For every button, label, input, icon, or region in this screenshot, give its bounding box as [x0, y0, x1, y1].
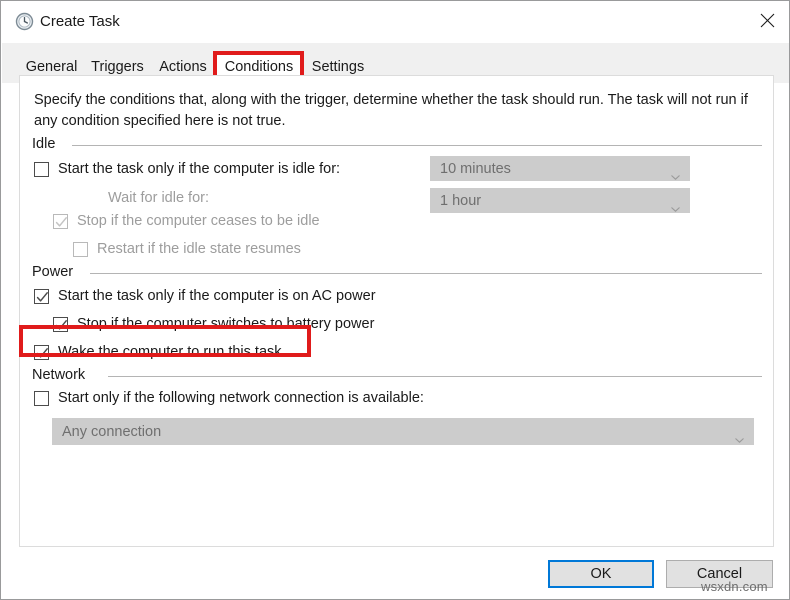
label-start-if-idle: Start the task only if the computer is i…	[58, 159, 340, 179]
combo-wait-for-idle-value: 1 hour	[440, 191, 481, 211]
label-restart-if-idle-resumes: Restart if the idle state resumes	[97, 239, 301, 259]
label-stop-if-ceases-idle: Stop if the computer ceases to be idle	[77, 211, 320, 231]
checkbox-row-start-if-idle[interactable]: Start the task only if the computer is i…	[34, 158, 340, 180]
group-header-network: Network	[32, 365, 762, 385]
group-divider-power	[90, 273, 762, 274]
combo-network-connection-value: Any connection	[62, 422, 161, 442]
label-stop-on-battery: Stop if the computer switches to battery…	[77, 314, 374, 334]
group-label-network: Network	[32, 365, 93, 385]
combo-idle-duration[interactable]: 10 minutes	[430, 156, 690, 181]
checkbox-wake-computer[interactable]	[34, 345, 49, 360]
create-task-dialog: Create Task General Triggers Actions Con…	[0, 0, 790, 600]
checkbox-stop-if-ceases-idle[interactable]	[53, 214, 68, 229]
checkbox-restart-if-idle-resumes[interactable]	[73, 242, 88, 257]
label-start-if-network: Start only if the following network conn…	[58, 388, 424, 408]
checkbox-row-stop-if-ceases-idle[interactable]: Stop if the computer ceases to be idle	[53, 210, 320, 232]
chevron-down-icon	[671, 167, 680, 172]
label-wake-computer: Wake the computer to run this task	[58, 342, 282, 362]
group-divider-idle	[72, 145, 762, 146]
checkbox-stop-on-battery[interactable]	[53, 317, 68, 332]
group-label-power: Power	[32, 262, 81, 282]
conditions-panel: Specify the conditions that, along with …	[19, 75, 774, 547]
checkbox-row-stop-on-battery[interactable]: Stop if the computer switches to battery…	[53, 313, 374, 335]
group-divider-network	[108, 376, 762, 377]
checkbox-start-on-ac-power[interactable]	[34, 289, 49, 304]
title-bar: Create Task	[2, 2, 790, 43]
combo-wait-for-idle[interactable]: 1 hour	[430, 188, 690, 213]
combo-network-connection[interactable]: Any connection	[52, 418, 754, 445]
chevron-down-icon	[735, 430, 744, 435]
window-title: Create Task	[40, 12, 120, 31]
combo-idle-duration-value: 10 minutes	[440, 159, 511, 179]
group-header-power: Power	[32, 262, 762, 282]
close-icon[interactable]	[744, 3, 790, 37]
checkbox-row-restart-if-idle-resumes[interactable]: Restart if the idle state resumes	[73, 238, 301, 260]
group-label-idle: Idle	[32, 134, 63, 154]
watermark: wsxdn.com	[701, 579, 768, 594]
label-wait-for-idle: Wait for idle for:	[108, 188, 209, 208]
checkbox-row-start-on-ac-power[interactable]: Start the task only if the computer is o…	[34, 285, 376, 307]
label-start-on-ac-power: Start the task only if the computer is o…	[58, 286, 376, 306]
chevron-down-icon	[671, 199, 680, 204]
clock-icon	[15, 12, 34, 31]
group-header-idle: Idle	[32, 134, 762, 154]
checkbox-row-wake-computer[interactable]: Wake the computer to run this task	[34, 341, 282, 363]
panel-description: Specify the conditions that, along with …	[34, 90, 756, 132]
checkbox-row-start-if-network[interactable]: Start only if the following network conn…	[34, 387, 424, 409]
checkbox-start-if-network[interactable]	[34, 391, 49, 406]
checkbox-start-if-idle[interactable]	[34, 162, 49, 177]
ok-button[interactable]: OK	[548, 560, 654, 588]
